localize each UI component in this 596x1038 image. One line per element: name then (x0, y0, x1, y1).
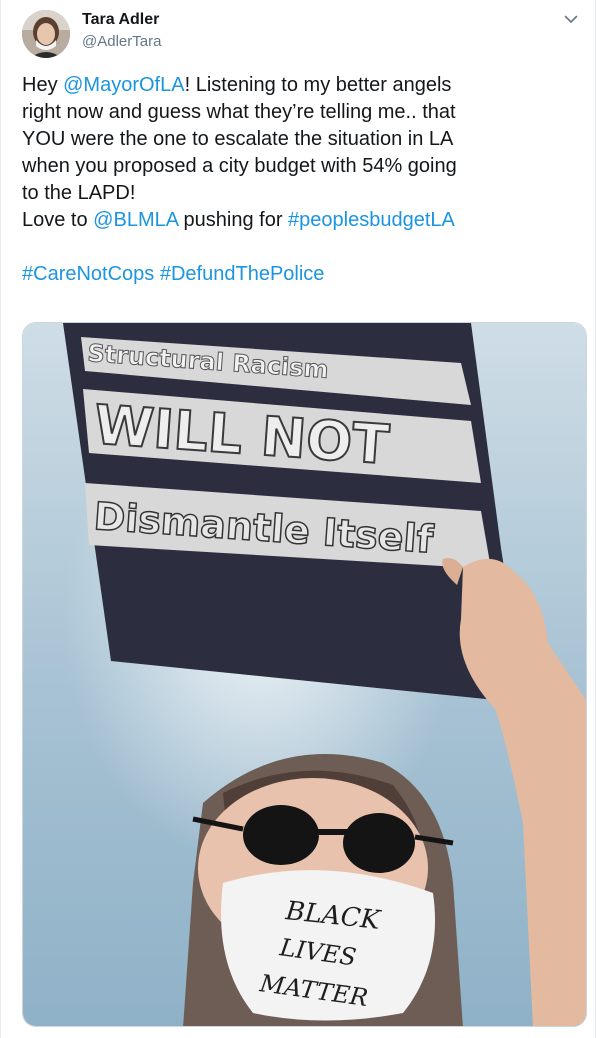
mention-link-blmla[interactable]: @BLMLA (93, 209, 178, 231)
author-display-name[interactable]: Tara Adler (82, 10, 159, 30)
tweet-line: Love to @BLMLA pushing for #peoplesbudge… (22, 207, 582, 234)
author-handle[interactable]: @AdlerTara (82, 32, 161, 52)
hashtag-link-peoplesbudgetla[interactable]: #peoplesbudgetLA (288, 209, 455, 231)
tweet-body: Hey @MayorOfLA! Listening to my better a… (22, 72, 582, 288)
tweet-line: Hey @MayorOfLA! Listening to my better a… (22, 72, 582, 99)
masked-person: BLACK LIVES MATTER (183, 754, 463, 1026)
tweet-text-span: pushing for (177, 209, 289, 231)
tweet-line: YOU were the one to escalate the situati… (22, 128, 454, 150)
tweet-line: #CareNotCops #DefundThePolice (22, 261, 582, 288)
tweet-text-span: ! Listening to my better angels (184, 74, 452, 96)
tweet-text-span: Hey (22, 74, 64, 96)
author-avatar[interactable] (22, 10, 70, 58)
mention-link-mayorofla[interactable]: @MayorOfLA (63, 74, 184, 96)
tweet-line: right now and guess what they’re telling… (22, 101, 456, 123)
chevron-down-icon[interactable] (562, 10, 580, 28)
tweet-card[interactable]: Tara Adler @AdlerTara Hey @MayorOfLA! Li… (0, 0, 596, 1038)
hashtag-link-carenotcops[interactable]: #CareNotCops (22, 263, 154, 285)
hashtag-link-defundthepolice[interactable]: #DefundThePolice (160, 263, 325, 285)
protest-sign: Structural Racism WILL NOT Dismantle Its… (63, 323, 525, 703)
tweet-media-photo[interactable]: Structural Racism WILL NOT Dismantle Its… (22, 322, 587, 1027)
tweet-line: when you proposed a city budget with 54%… (22, 155, 457, 177)
tweet-line: to the LAPD! (22, 182, 136, 204)
tweet-text-span: Love to (22, 209, 94, 231)
